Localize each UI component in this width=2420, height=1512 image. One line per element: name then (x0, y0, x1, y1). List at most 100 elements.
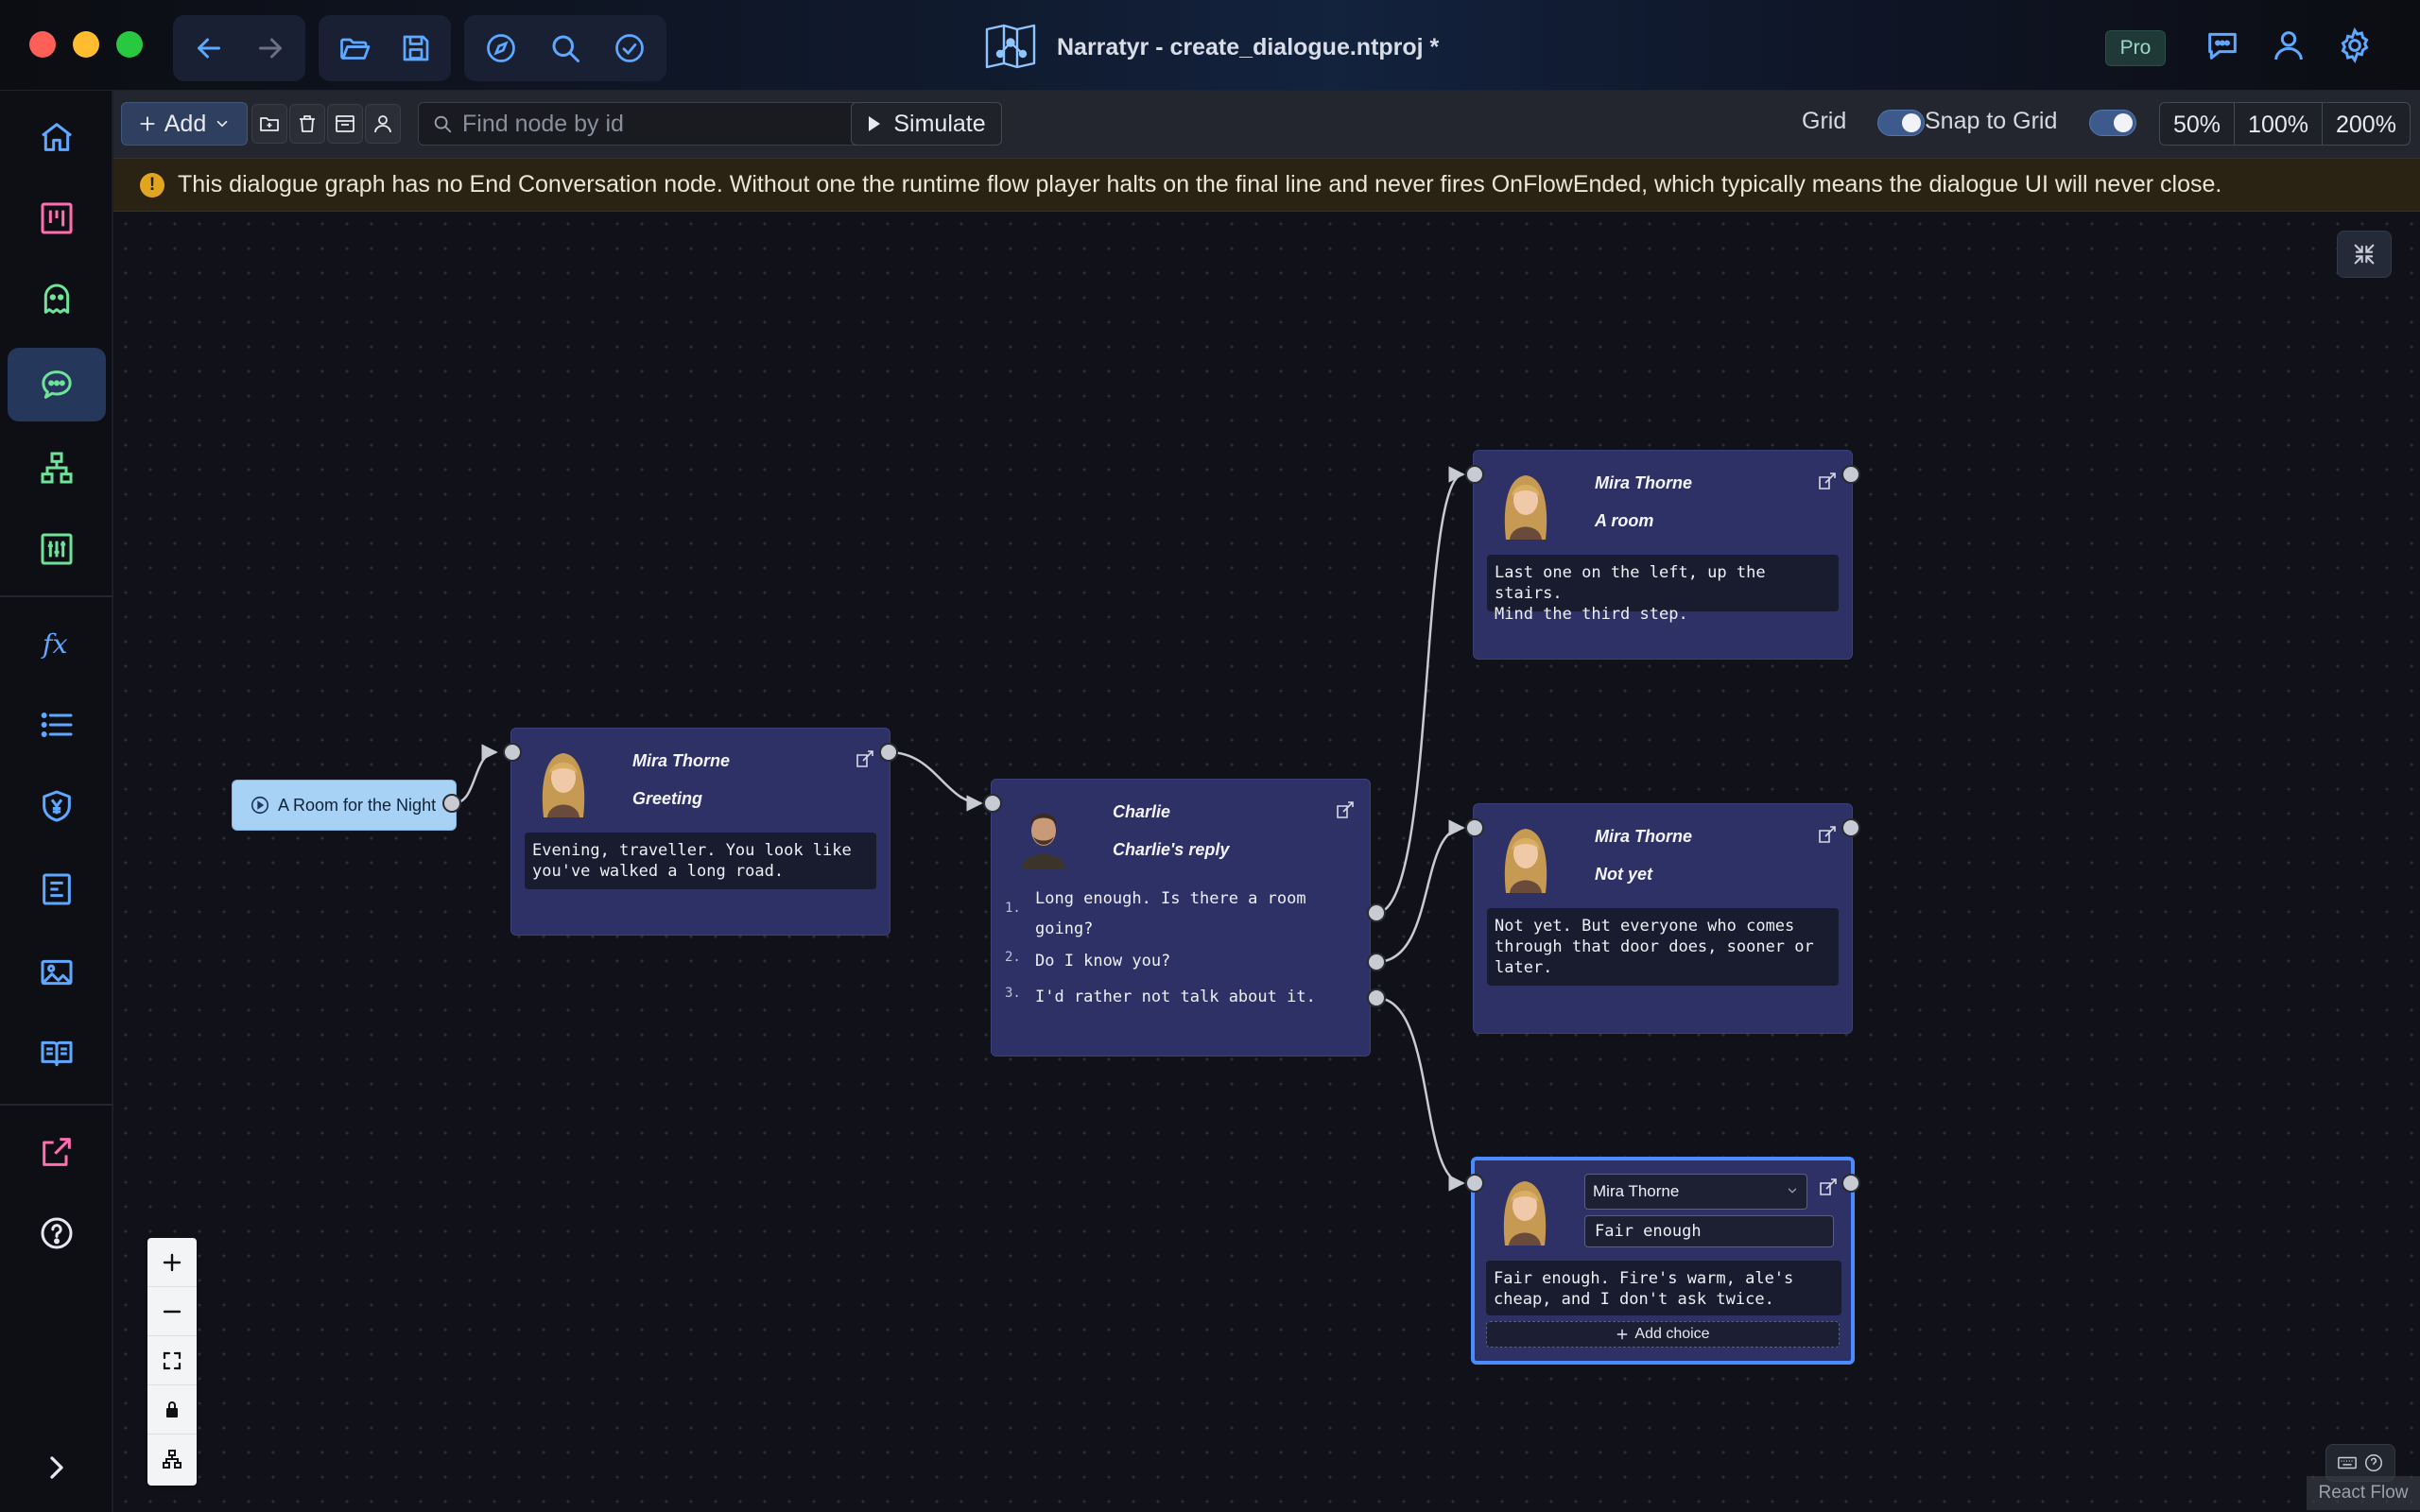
assign-speaker-button[interactable] (365, 104, 401, 144)
snap-label: Snap to Grid (1925, 108, 2058, 134)
sidebar-item-variables[interactable] (8, 512, 106, 586)
node-line-text[interactable]: Not yet. But everyone who comes through … (1487, 908, 1839, 986)
node-title-input[interactable]: Fair enough (1584, 1215, 1834, 1247)
add-choice-button[interactable]: Add choice (1486, 1321, 1840, 1348)
node-search-input[interactable] (462, 110, 916, 138)
dialogue-node-charlie-reply[interactable]: Charlie Charlie's reply 1. Long enough. … (991, 779, 1371, 1057)
close-window-button[interactable] (29, 31, 56, 58)
dialogue-node-greeting[interactable]: Mira Thorne Greeting Evening, traveller.… (510, 728, 890, 936)
sidebar-item-home[interactable] (8, 100, 106, 174)
validate-button[interactable] (600, 19, 659, 77)
group-nodes-button[interactable] (251, 104, 287, 144)
sidebar-item-economy[interactable] (8, 769, 106, 843)
start-node[interactable]: A Room for the Night (232, 780, 457, 831)
save-project-button[interactable] (388, 19, 443, 77)
sidebar-item-characters[interactable] (8, 263, 106, 336)
open-project-button[interactable] (326, 19, 382, 77)
start-node-label: A Room for the Night (278, 795, 437, 815)
open-node-icon[interactable] (1816, 823, 1839, 846)
choice-2-output-handle[interactable] (1367, 953, 1386, 971)
list-icon (41, 712, 73, 738)
minimize-window-button[interactable] (73, 31, 99, 58)
open-node-icon[interactable] (1816, 470, 1839, 492)
choice-item[interactable]: 1. Long enough. Is there a room going? (1005, 884, 1317, 944)
global-search-button[interactable] (536, 19, 595, 77)
trash-icon (300, 115, 315, 132)
feedback-button[interactable] (2201, 24, 2244, 67)
lock-button[interactable] (147, 1385, 197, 1435)
back-button[interactable] (181, 19, 236, 77)
account-button[interactable] (2267, 24, 2310, 67)
choice-3-output-handle[interactable] (1367, 988, 1386, 1007)
dialogue-node-a-room[interactable]: Mira Thorne A room Last one on the left,… (1473, 450, 1853, 660)
sidebar-item-dialogues[interactable] (8, 348, 106, 421)
svg-text:fx: fx (41, 628, 67, 660)
start-output-handle[interactable] (442, 794, 461, 813)
delete-node-button[interactable] (289, 104, 325, 144)
node-line-text[interactable]: Last one on the left, up the stairs. Min… (1487, 555, 1839, 624)
zoom-100-button[interactable]: 100% (2235, 103, 2323, 145)
auto-layout-button[interactable] (147, 1435, 197, 1484)
folder-open-icon (339, 38, 370, 60)
charlie-input-handle[interactable] (983, 794, 1002, 813)
graph-canvas[interactable]: A Room for the Night Mira Thorne Greetin… (113, 212, 2420, 1512)
forward-button[interactable] (242, 19, 298, 77)
sidebar-item-lists[interactable] (8, 688, 106, 762)
grid-toggle[interactable] (1877, 110, 1925, 136)
simulate-button[interactable]: Simulate (851, 102, 1002, 146)
fairenough-input-handle[interactable] (1465, 1174, 1484, 1193)
choice-number: 2. (1005, 950, 1021, 965)
maximize-window-button[interactable] (116, 31, 143, 58)
edge-choice3-fairenough (1375, 996, 1465, 1192)
greeting-input-handle[interactable] (503, 743, 522, 762)
zoom-in-button[interactable] (147, 1238, 197, 1287)
choice-list: 1. Long enough. Is there a room going? 2… (1005, 884, 1364, 1054)
choice-item[interactable]: 2. Do I know you? (1005, 946, 1317, 976)
choice-1-output-handle[interactable] (1367, 903, 1386, 922)
settings-button[interactable] (2333, 24, 2377, 67)
sidebar-item-export[interactable] (8, 1115, 106, 1189)
sidebar-expand-button[interactable] (8, 1431, 106, 1504)
external-link-icon (43, 1138, 71, 1166)
sidebar-item-docs[interactable] (8, 1017, 106, 1091)
app-window: Narratyr - create_dialogue.ntproj * Pro (0, 0, 2420, 1512)
snap-toggle[interactable] (2089, 110, 2136, 136)
shield-yen-icon (43, 790, 71, 822)
react-flow-attribution[interactable]: React Flow (2307, 1476, 2420, 1510)
edge-greeting-charlie (888, 750, 983, 812)
fairenough-output-handle[interactable] (1841, 1174, 1860, 1193)
choice-item[interactable]: 3. I'd rather not talk about it. (1005, 982, 1317, 1012)
zoom-200-button[interactable]: 200% (2323, 103, 2410, 145)
node-line-text[interactable]: Evening, traveller. You look like you've… (525, 833, 876, 889)
grid-label: Grid (1802, 108, 1847, 134)
sidebar-item-board[interactable] (8, 181, 106, 255)
sidebar-item-functions[interactable]: fx (8, 607, 106, 680)
speaker-select[interactable]: Mira Thorne (1584, 1174, 1807, 1210)
greeting-output-handle[interactable] (879, 743, 898, 762)
archive-button[interactable] (327, 104, 363, 144)
notyet-input-handle[interactable] (1465, 818, 1484, 837)
add-node-button[interactable]: Add (121, 102, 248, 146)
aroom-input-handle[interactable] (1465, 465, 1484, 484)
speaker-select-value: Mira Thorne (1593, 1182, 1680, 1200)
open-node-icon[interactable] (1334, 799, 1357, 821)
mira-avatar (1495, 468, 1557, 540)
tools-group (464, 15, 666, 81)
zoom-out-button[interactable] (147, 1287, 197, 1336)
navigate-button[interactable] (472, 19, 530, 77)
sidebar-item-localization[interactable] (8, 852, 106, 926)
open-node-icon[interactable] (854, 747, 876, 770)
fit-view-button[interactable] (147, 1336, 197, 1385)
sidebar-item-flow[interactable] (8, 431, 106, 505)
aroom-output-handle[interactable] (1841, 465, 1860, 484)
dialogue-node-fair-enough[interactable]: Mira Thorne Fair enough Fair enough. Fir… (1471, 1157, 1855, 1365)
sidebar-item-assets[interactable] (8, 936, 106, 1009)
zoom-50-button[interactable]: 50% (2160, 103, 2236, 145)
sidebar-item-help[interactable] (8, 1196, 106, 1270)
open-node-icon[interactable] (1817, 1176, 1840, 1198)
notyet-output-handle[interactable] (1841, 818, 1860, 837)
dialogue-node-not-yet[interactable]: Mira Thorne Not yet Not yet. But everyon… (1473, 803, 1853, 1034)
plus-icon (1617, 1329, 1628, 1340)
node-line-text[interactable]: Fair enough. Fire's warm, ale's cheap, a… (1486, 1261, 1841, 1315)
sliders-icon (41, 533, 73, 565)
